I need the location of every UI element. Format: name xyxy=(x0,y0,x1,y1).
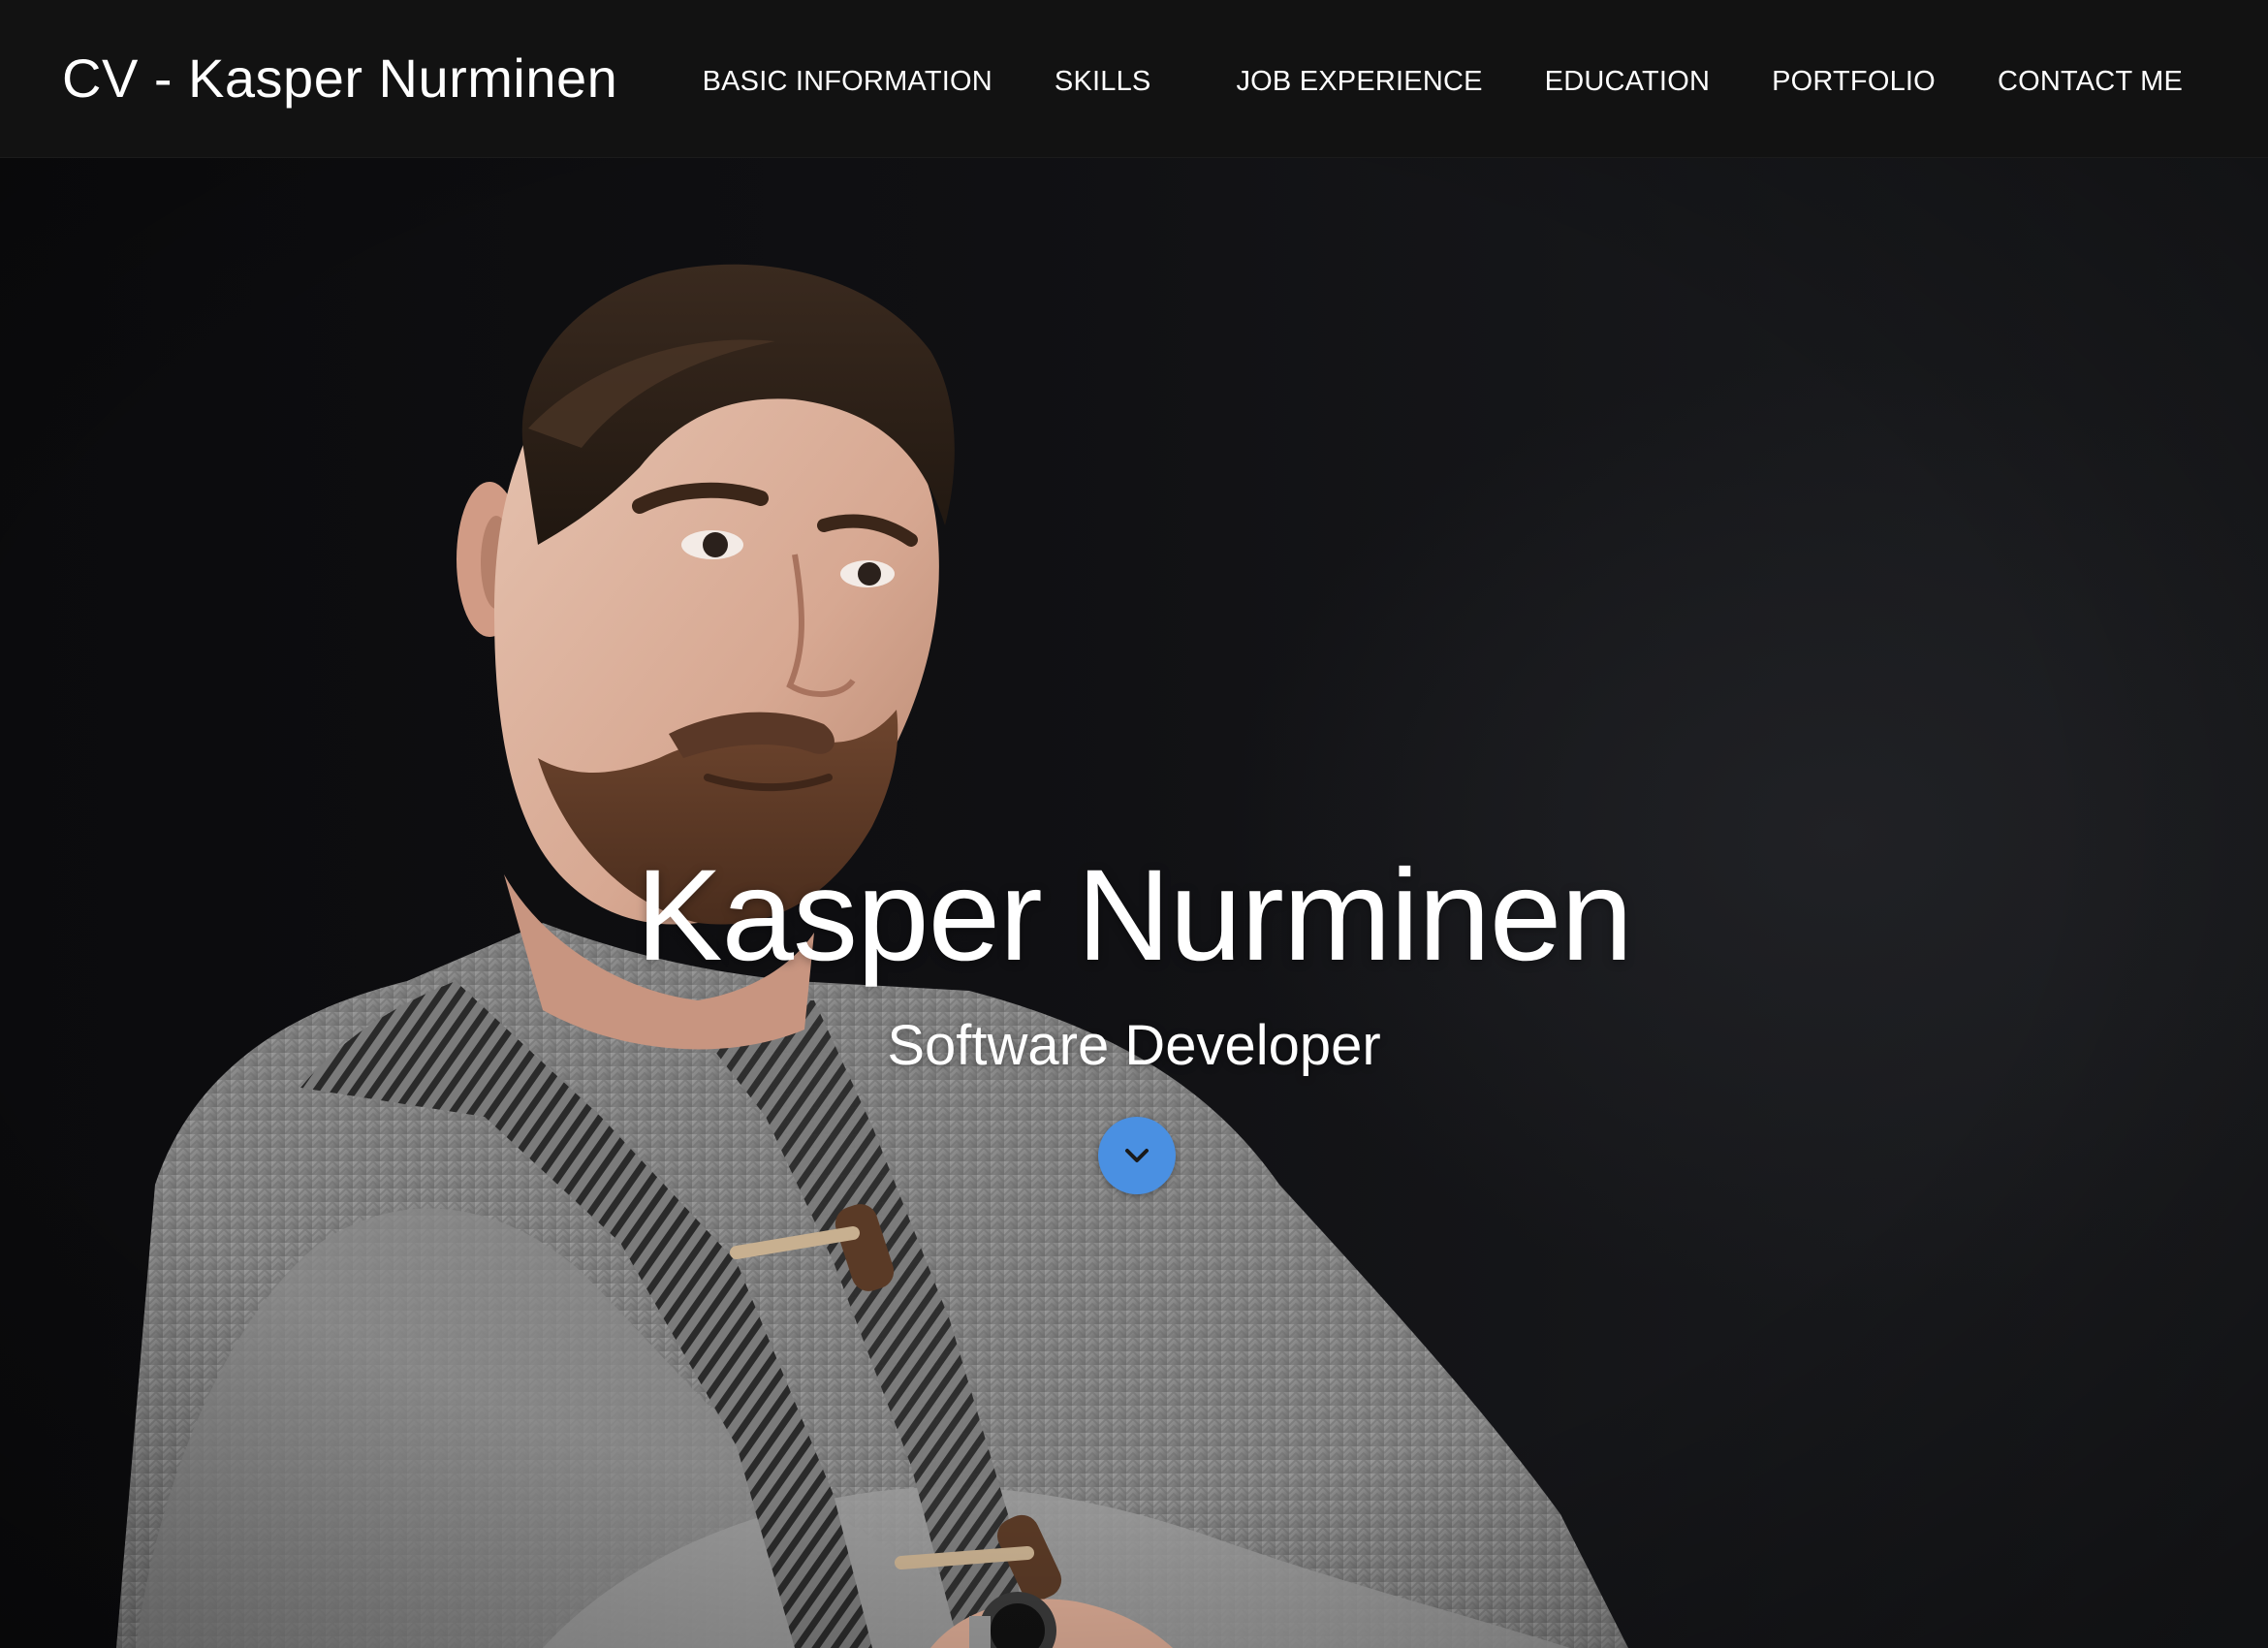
nav-item-job-experience[interactable]: JOB EXPERIENCE xyxy=(1236,62,1482,101)
nav-item-education[interactable]: EDUCATION xyxy=(1545,62,1710,101)
site-brand[interactable]: CV - Kasper Nurminen xyxy=(62,48,617,109)
top-navbar: CV - Kasper Nurminen BASIC INFORMATION S… xyxy=(0,0,2268,158)
page: CV - Kasper Nurminen BASIC INFORMATION S… xyxy=(0,0,2268,1648)
nav-item-contact-me[interactable]: CONTACT ME xyxy=(1998,62,2183,101)
nav-item-basic-information[interactable]: BASIC INFORMATION xyxy=(703,62,992,101)
scroll-down-button[interactable] xyxy=(1098,1117,1176,1194)
nav-item-portfolio[interactable]: PORTFOLIO xyxy=(1772,62,1936,101)
chevron-down-icon xyxy=(1125,1149,1149,1162)
hero-section: Kasper Nurminen Software Developer xyxy=(0,157,2268,1648)
nav-menu: BASIC INFORMATION SKILLS JOB EXPERIENCE … xyxy=(703,62,2183,101)
hero-subtitle: Software Developer xyxy=(887,1014,1381,1077)
hero-name: Kasper Nurminen xyxy=(636,843,1633,988)
nav-item-skills[interactable]: SKILLS xyxy=(1055,62,1151,101)
